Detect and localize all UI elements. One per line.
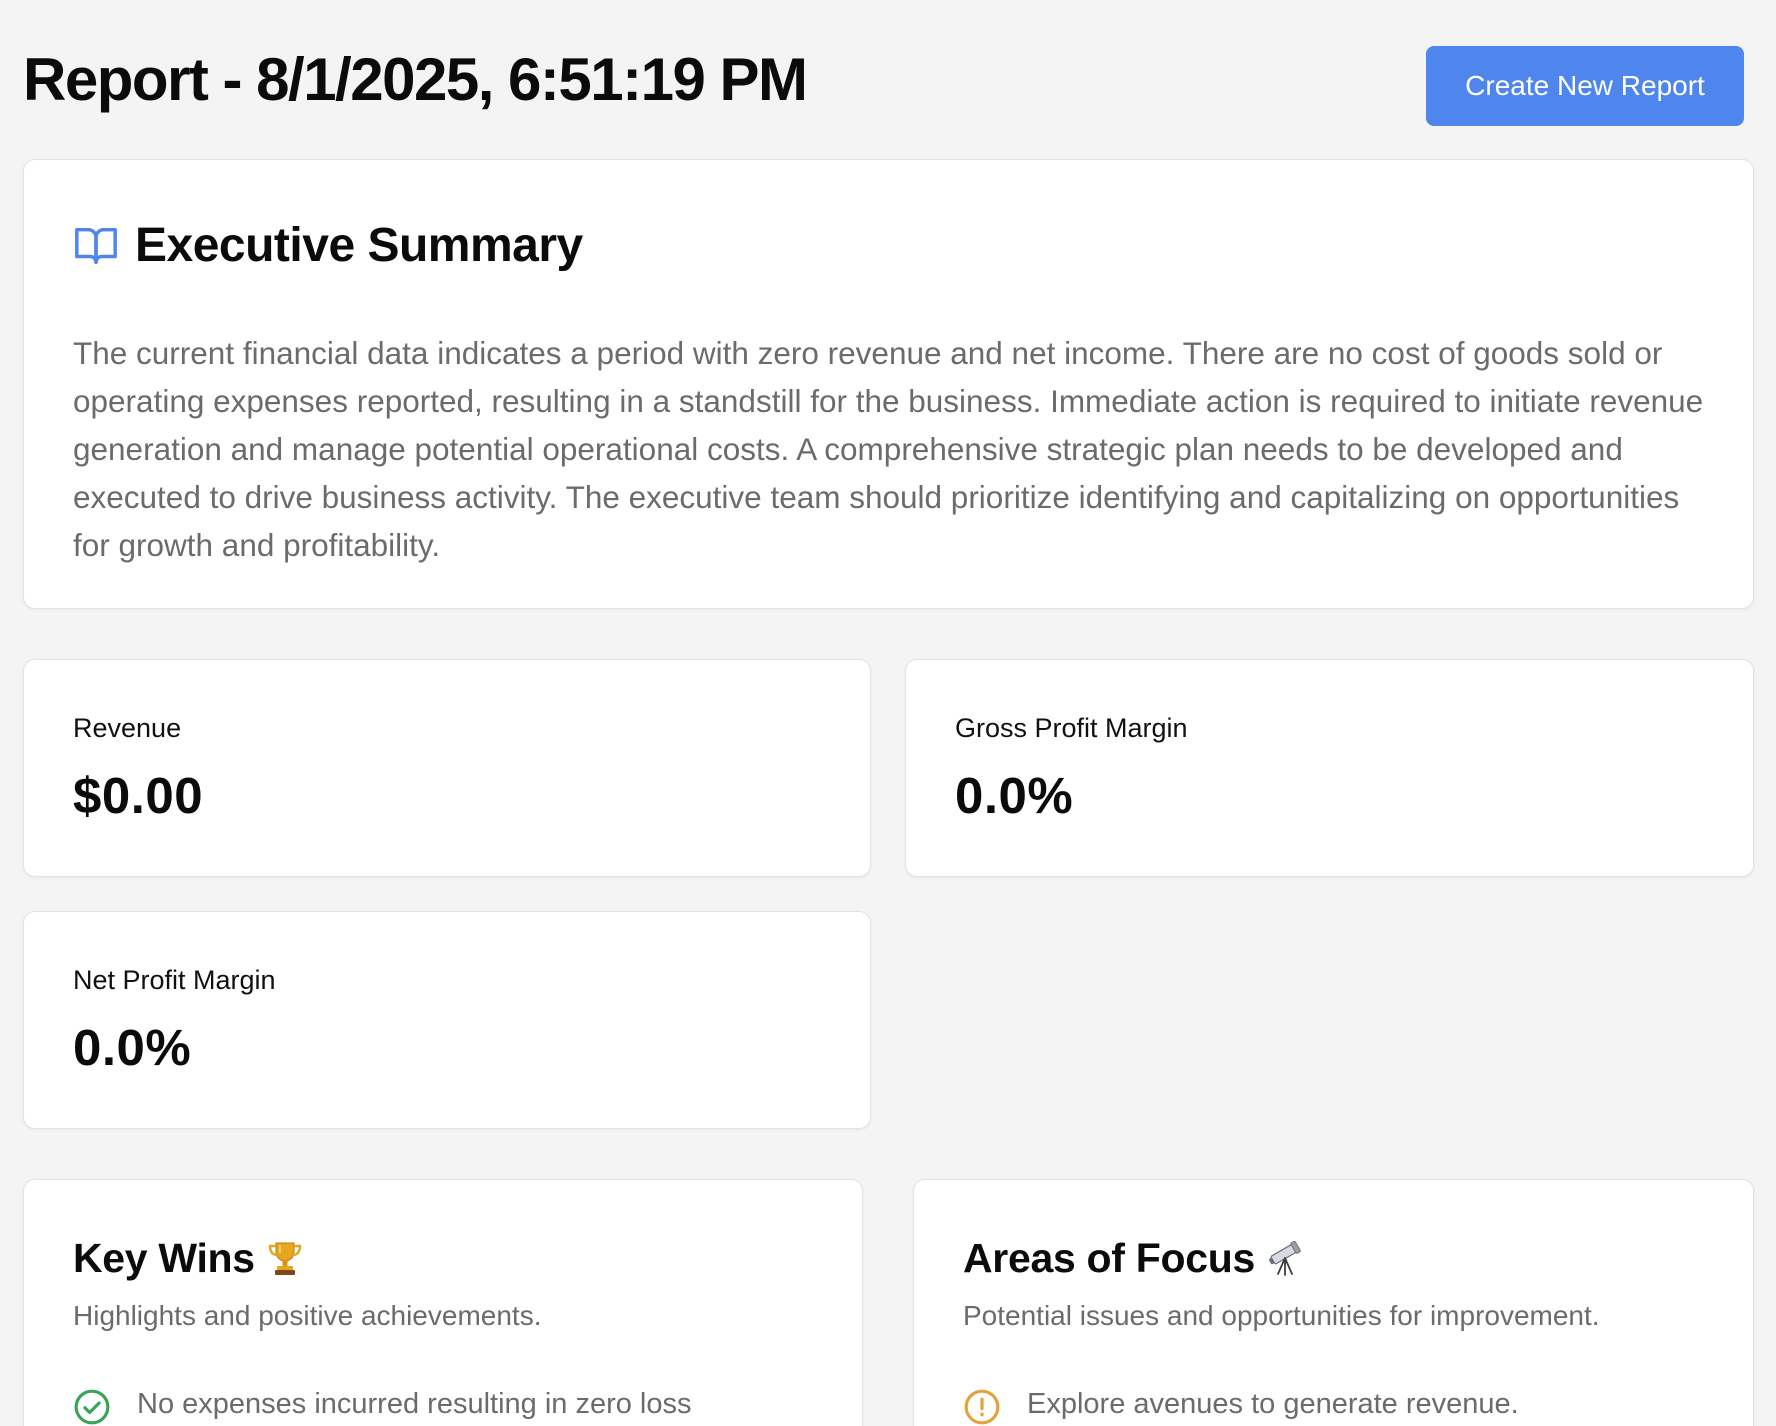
- gross-profit-margin-card: Gross Profit Margin 0.0%: [905, 659, 1754, 877]
- telescope-icon: [1268, 1240, 1301, 1276]
- executive-summary-title: Executive Summary: [135, 218, 583, 272]
- gross-profit-margin-label: Gross Profit Margin: [955, 713, 1188, 743]
- key-win-text: No expenses incurred resulting in zero l…: [137, 1388, 692, 1420]
- list-item: Explore avenues to generate revenue.: [963, 1382, 1705, 1426]
- areas-of-focus-subtitle: Potential issues and opportunities for i…: [963, 1300, 1600, 1331]
- page-title: Report - 8/1/2025, 6:51:19 PM: [23, 46, 808, 113]
- key-wins-title: Key Wins: [73, 1235, 255, 1281]
- key-wins-card: Key Wins Highlights and positive achieve…: [23, 1179, 863, 1426]
- report-page: Report - 8/1/2025, 6:51:19 PM Create New…: [0, 0, 1776, 1426]
- alert-circle-icon: [964, 1389, 1000, 1425]
- areas-of-focus-title: Areas of Focus: [963, 1235, 1255, 1281]
- executive-summary-header: Executive Summary: [73, 213, 1705, 277]
- check-circle-icon: [74, 1389, 110, 1425]
- areas-of-focus-card: Areas of Focus Potential issues and oppo…: [913, 1179, 1754, 1426]
- focus-area-text: Explore avenues to generate revenue.: [1027, 1388, 1519, 1420]
- list-item: No expenses incurred resulting in zero l…: [73, 1382, 814, 1426]
- executive-summary-card: Executive Summary The current financial …: [23, 159, 1754, 609]
- net-profit-margin-value: 0.0%: [73, 1019, 192, 1076]
- revenue-value: $0.00: [73, 767, 204, 824]
- book-open-icon: [75, 227, 117, 264]
- revenue-label: Revenue: [73, 713, 182, 743]
- revenue-metric-card: Revenue $0.00: [23, 659, 871, 877]
- key-wins-title-row: Key Wins: [73, 1230, 814, 1286]
- gross-profit-margin-value: 0.0%: [955, 767, 1074, 824]
- report-header: Report - 8/1/2025, 6:51:19 PM Create New…: [23, 0, 1753, 159]
- executive-summary-text: The current financial data indicates a p…: [73, 335, 1704, 563]
- key-wins-subtitle: Highlights and positive achievements.: [73, 1300, 542, 1331]
- create-new-report-button[interactable]: Create New Report: [1426, 46, 1744, 126]
- areas-of-focus-title-row: Areas of Focus: [963, 1230, 1705, 1286]
- net-profit-margin-card: Net Profit Margin 0.0%: [23, 911, 871, 1129]
- net-profit-margin-label: Net Profit Margin: [73, 965, 276, 995]
- trophy-icon: [268, 1242, 302, 1275]
